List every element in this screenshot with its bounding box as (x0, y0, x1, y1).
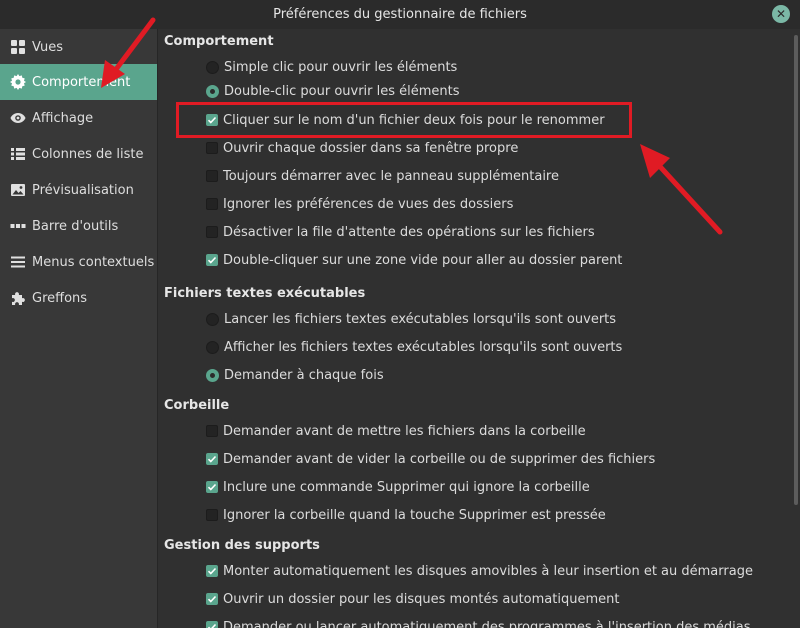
sidebar-item-comportement[interactable]: Comportement (0, 64, 157, 100)
checkbox[interactable] (206, 453, 218, 465)
section-title-corbeille: Corbeille (164, 398, 230, 413)
radio-button[interactable] (206, 84, 219, 98)
section-title-executables: Fichiers textes exécutables (164, 286, 366, 301)
option-label: Lancer les fichiers textes exécutables l… (224, 311, 617, 327)
close-icon: ✕ (775, 7, 787, 21)
option-label: Demander ou lancer automatiquement des p… (223, 619, 751, 628)
checkbox[interactable] (206, 226, 218, 238)
checkbox[interactable] (206, 142, 218, 154)
sidebar-item-colonnes[interactable]: Colonnes de liste (0, 136, 157, 172)
window-title: Préférences du gestionnaire de fichiers (273, 7, 527, 22)
checkbox[interactable] (206, 170, 218, 182)
option-label: Demander avant de vider la corbeille ou … (223, 451, 656, 467)
checkbox[interactable] (206, 565, 218, 577)
checkbox-extra-pane[interactable]: Toujours démarrer avec le panneau supplé… (206, 166, 559, 186)
scrollbar-thumb[interactable] (794, 35, 798, 505)
option-label: Ignorer la corbeille quand la touche Sup… (223, 507, 606, 523)
radio-display-exec[interactable]: Afficher les fichiers textes exécutables… (206, 337, 622, 357)
option-label: Afficher les fichiers textes exécutables… (224, 339, 623, 355)
radio-button[interactable] (206, 368, 219, 382)
grid-icon (10, 39, 26, 55)
option-label: Désactiver la file d'attente des opérati… (223, 224, 595, 240)
section-title-comportement: Comportement (164, 34, 274, 49)
check-icon (207, 483, 217, 491)
check-icon (207, 595, 217, 603)
option-label: Inclure une commande Supprimer qui ignor… (223, 479, 590, 495)
sidebar: Vues Comportement Affichage Colonnes de … (0, 29, 158, 628)
sidebar-item-greffons[interactable]: Greffons (0, 280, 157, 316)
option-label: Double-cliquer sur une zone vide pour al… (223, 252, 623, 268)
option-label: Double-clic pour ouvrir les éléments (224, 83, 460, 99)
checkbox[interactable] (206, 425, 218, 437)
option-label: Demander à chaque fois (224, 367, 384, 383)
sidebar-item-label: Colonnes de liste (32, 146, 144, 162)
checkbox-ask-trash[interactable]: Demander avant de mettre les fichiers da… (206, 421, 586, 441)
radio-button[interactable] (206, 340, 219, 354)
section-title-supports: Gestion des supports (164, 538, 320, 553)
sidebar-item-vues[interactable]: Vues (0, 29, 157, 65)
highlight-box (176, 102, 632, 138)
option-label: Ouvrir un dossier pour les disques monté… (223, 591, 620, 607)
sidebar-item-previsualisation[interactable]: Prévisualisation (0, 172, 157, 208)
radio-single-click[interactable]: Simple clic pour ouvrir les éléments (206, 57, 457, 77)
puzzle-icon (10, 290, 26, 306)
option-label: Simple clic pour ouvrir les éléments (224, 59, 458, 75)
sidebar-item-label: Barre d'outils (32, 218, 119, 234)
sidebar-item-label: Greffons (32, 290, 88, 306)
menu-icon (10, 254, 26, 270)
checkbox-open-mounted[interactable]: Ouvrir un dossier pour les disques monté… (206, 589, 619, 609)
sidebar-item-label: Menus contextuels (32, 254, 155, 270)
check-icon (207, 623, 217, 628)
list-columns-icon (10, 146, 26, 162)
checkbox[interactable] (206, 198, 218, 210)
checkbox[interactable] (206, 254, 218, 266)
checkbox-double-click-parent[interactable]: Double-cliquer sur une zone vide pour al… (206, 250, 622, 270)
checkbox-disable-queue[interactable]: Désactiver la file d'attente des opérati… (206, 222, 595, 242)
checkbox-ask-empty-trash[interactable]: Demander avant de vider la corbeille ou … (206, 449, 655, 469)
checkbox[interactable] (206, 481, 218, 493)
sidebar-item-menus[interactable]: Menus contextuels (0, 244, 157, 280)
checkbox-ignore-view-prefs[interactable]: Ignorer les préférences de vues des doss… (206, 194, 513, 214)
option-label: Toujours démarrer avec le panneau supplé… (223, 168, 559, 184)
option-label: Ouvrir chaque dossier dans sa fenêtre pr… (223, 140, 519, 156)
option-label: Ignorer les préférences de vues des doss… (223, 196, 514, 212)
sidebar-item-label: Affichage (32, 110, 94, 126)
sidebar-item-label: Comportement (32, 74, 131, 90)
sidebar-item-affichage[interactable]: Affichage (0, 100, 157, 136)
sidebar-item-label: Vues (32, 39, 64, 55)
radio-launch-exec[interactable]: Lancer les fichiers textes exécutables l… (206, 309, 616, 329)
title-bar: Préférences du gestionnaire de fichiers … (0, 0, 800, 30)
checkbox-autorun-media[interactable]: Demander ou lancer automatiquement des p… (206, 617, 751, 628)
dots-icon (10, 218, 26, 234)
checkbox-bypass-trash[interactable]: Ignorer la corbeille quand la touche Sup… (206, 505, 606, 525)
radio-ask-each-time[interactable]: Demander à chaque fois (206, 365, 384, 385)
option-label: Monter automatiquement les disques amovi… (223, 563, 753, 579)
radio-double-click[interactable]: Double-clic pour ouvrir les éléments (206, 81, 460, 101)
radio-button[interactable] (206, 60, 219, 74)
option-label: Demander avant de mettre les fichiers da… (223, 423, 586, 439)
checkbox-automount[interactable]: Monter automatiquement les disques amovi… (206, 561, 753, 581)
radio-button[interactable] (206, 312, 219, 326)
checkbox[interactable] (206, 509, 218, 521)
sidebar-item-barre-outils[interactable]: Barre d'outils (0, 208, 157, 244)
eye-icon (10, 110, 26, 126)
checkbox-separate-window[interactable]: Ouvrir chaque dossier dans sa fenêtre pr… (206, 138, 518, 158)
gear-icon (10, 74, 26, 90)
close-button[interactable]: ✕ (772, 5, 790, 23)
scrollbar[interactable] (792, 29, 800, 628)
sidebar-item-label: Prévisualisation (32, 182, 134, 198)
image-icon (10, 182, 26, 198)
checkbox-include-delete[interactable]: Inclure une commande Supprimer qui ignor… (206, 477, 590, 497)
check-icon (207, 567, 217, 575)
check-icon (207, 256, 217, 264)
checkbox[interactable] (206, 621, 218, 628)
check-icon (207, 455, 217, 463)
checkbox[interactable] (206, 593, 218, 605)
